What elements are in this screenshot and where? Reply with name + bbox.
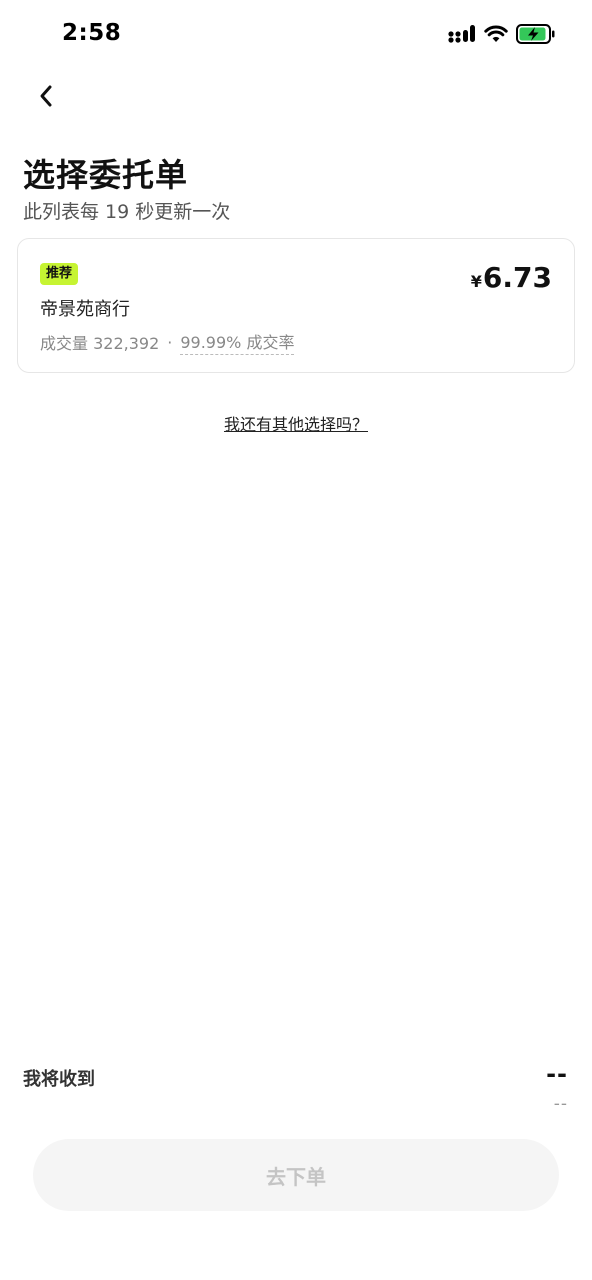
status-icons — [448, 22, 556, 46]
back-button[interactable] — [26, 78, 66, 114]
order-card[interactable]: 推荐 帝景苑商行 成交量 322,392 · 99.99% 成交率 ¥ 6.73 — [17, 238, 575, 373]
price-value: 6.73 — [482, 261, 552, 294]
other-options-link[interactable]: 我还有其他选择吗？ — [224, 415, 368, 434]
recommended-badge: 推荐 — [40, 263, 79, 285]
wifi-icon — [484, 25, 508, 42]
status-bar: 2:58 — [0, 0, 592, 68]
battery-charging-icon — [516, 24, 555, 44]
page-title: 选择委托单 — [23, 156, 189, 194]
completion-rate[interactable]: 99.99% 成交率 — [180, 329, 295, 355]
stats-separator: · — [167, 332, 173, 352]
status-time: 2:58 — [62, 20, 122, 46]
chevron-left-icon — [40, 85, 52, 107]
receive-value: -- — [546, 1060, 568, 1088]
trade-volume: 成交量 322,392 — [40, 334, 160, 353]
place-order-button[interactable]: 去下单 — [33, 1139, 559, 1211]
page-subtitle: 此列表每 19 秒更新一次 — [23, 201, 231, 223]
merchant-name: 帝景苑商行 — [40, 299, 130, 320]
order-price: ¥ 6.73 — [471, 261, 552, 294]
signal-icon — [448, 25, 475, 43]
currency-symbol: ¥ — [470, 272, 482, 291]
receive-label: 我将收到 — [23, 1069, 95, 1090]
order-stats: 成交量 322,392 · 99.99% 成交率 — [40, 329, 295, 355]
other-options-container: 我还有其他选择吗？ — [0, 411, 592, 435]
receive-sub-value: -- — [553, 1094, 568, 1114]
